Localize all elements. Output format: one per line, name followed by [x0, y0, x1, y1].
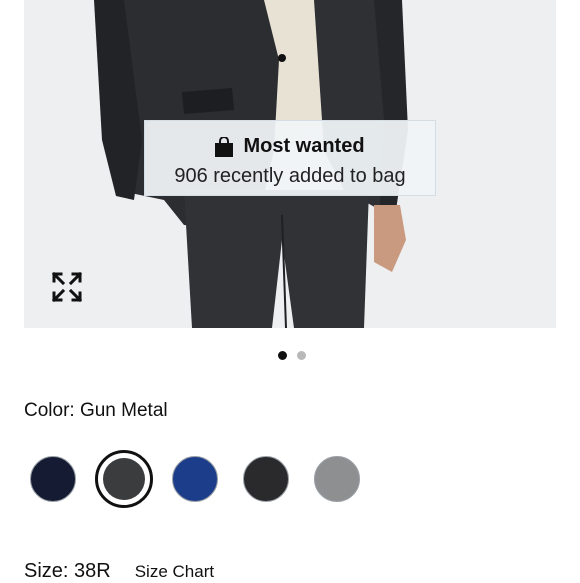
color-label: Color: Gun Metal [24, 400, 168, 421]
swatch-charcoal[interactable] [243, 456, 289, 502]
badge-subtitle: 906 recently added to bag [174, 165, 406, 187]
size-chart-link[interactable]: Size Chart [135, 562, 214, 582]
expand-image-button[interactable] [50, 270, 84, 304]
swatch-grey[interactable] [314, 456, 360, 502]
expand-arrows-icon [51, 271, 83, 303]
carousel-dot-1[interactable] [278, 351, 287, 360]
swatch-navy[interactable] [30, 456, 76, 502]
shopping-bag-icon [215, 136, 234, 157]
swatch-gun-metal[interactable] [95, 450, 153, 508]
most-wanted-badge: Most wanted 906 recently added to bag [144, 120, 436, 196]
badge-title: Most wanted [243, 135, 365, 157]
selected-ring [95, 450, 153, 508]
carousel-dot-2[interactable] [297, 351, 306, 360]
swatch-blue[interactable] [172, 456, 218, 502]
carousel-dots [0, 351, 580, 360]
